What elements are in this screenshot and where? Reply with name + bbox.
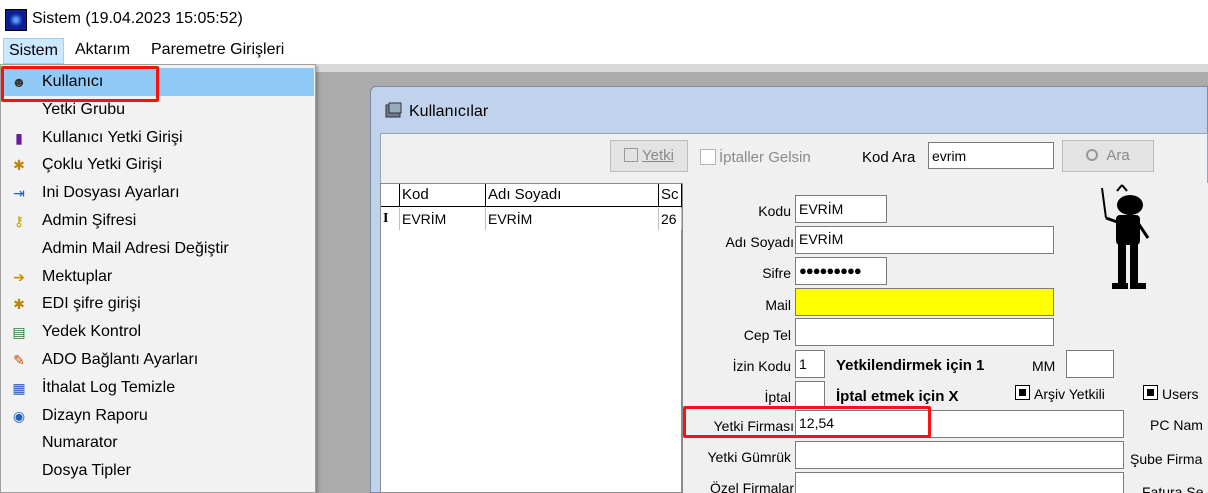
sifre-label: Sifre [762,265,791,281]
iptal-label: İptal [764,389,791,405]
fatura-label: Fatura Se [1142,484,1204,493]
menu-item-label: Ini Dosyası Ayarları [42,184,180,202]
sifre-input[interactable]: ●●●●●●●●● [795,257,887,285]
app-icon [5,9,27,31]
menu-item-11[interactable]: ▦ İthalat Log Temizle [2,374,314,402]
menu-item-label: Çoklu Yetki Girişi [42,156,163,174]
ozel-firmalar-label: Özel Firmalar [709,480,794,493]
menu-item-label: Mektuplar [42,267,113,285]
kod-ara-input[interactable]: evrim [928,142,1054,169]
key-icon: ⚷ [13,213,25,229]
menu-item-5[interactable]: ⚷ Admin Şifresi [2,207,314,235]
menu-item-14[interactable]: Dosya Tipler [2,457,314,485]
menu-aktarim[interactable]: Aktarım [70,38,135,64]
yetki-gumruk-input[interactable] [795,441,1124,469]
grid-corner [381,184,400,207]
mm-label: MM [1032,358,1056,374]
menu-item-2[interactable]: ▮ Kullanıcı Yetki Girişi [2,124,314,152]
menu-item-label: Yedek Kontrol [42,323,142,341]
iptal-note: İptal etmek için X [836,388,959,405]
child-window-title: Kullanıcılar [409,103,489,120]
cep-tel-label: Cep Tel [743,327,791,343]
tool-icon: ▮ [15,129,23,146]
kodu-input[interactable]: EVRİM [795,195,887,223]
mail-input[interactable] [795,288,1054,316]
menu-item-label: Admin Şifresi [42,212,137,229]
adi-soyadi-label: Adı Soyadı [725,234,795,250]
menu-item-6[interactable]: Admin Mail Adresi Değiştir [2,235,314,263]
menu-item-3[interactable]: ✱ Çoklu Yetki Girişi [2,151,314,179]
arsiv-yetkili-checkbox[interactable] [1015,385,1030,400]
menu-item-label: İthalat Log Temizle [42,378,176,396]
ara-button[interactable]: Ara [1062,140,1154,172]
menu-item-label: Dizayn Raporu [42,406,148,424]
window-title: Sistem (19.04.2023 15:05:52) [32,10,243,27]
backup-icon: ▤ [12,324,26,341]
yetki-firmasi-highlight [683,406,931,438]
yetki-button[interactable]: Yetki [610,140,688,172]
menu-item-7[interactable]: ➔ Mektuplar [2,263,314,291]
kullanici-highlight [1,66,159,102]
yetki-icon [624,148,638,162]
adi-soyadi-input[interactable]: EVRİM [795,226,1054,254]
grid-header-adi-soyadi[interactable]: Adı Soyadı [486,184,659,207]
sube-firma-label: Şube Firma [1130,451,1203,467]
menu-item-8[interactable]: ✱ EDI şifre girişi [2,290,314,318]
mail-label: Mail [765,297,791,313]
menu-sistem[interactable]: Sistem [3,38,64,64]
izin-kodu-label: İzin Kodu [732,358,791,374]
log-icon: ▦ [12,379,26,396]
arsiv-yetkili-label: Arşiv Yetkili [1034,386,1105,402]
grid-cell-kod[interactable]: EVRİM [400,208,486,230]
window-users-icon [384,102,404,120]
report-icon: ◉ [12,407,26,424]
cep-tel-input[interactable] [795,318,1054,346]
menu-item-label: EDI şifre girişi [42,295,141,313]
connection-icon: ✎ [13,352,25,368]
menu-item-13[interactable]: Numarator [2,429,314,457]
menu-item-label: Dosya Tipler [42,462,131,480]
menu-item-label: ADO Bağlantı Ayarları [42,351,199,368]
menu-parametre-girisleri[interactable]: Paremetre Girişleri [146,38,289,64]
menu-item-12[interactable]: ◉ Dizayn Raporu [2,402,314,430]
kodu-label: Kodu [758,203,791,219]
grid-header-sc[interactable]: Sc [659,184,682,207]
grid-cell-adi-soyadi[interactable]: EVRİM [486,208,659,230]
mdi-toolbar-strip [316,64,1208,72]
menu-item-9[interactable]: ▤ Yedek Kontrol [2,318,314,346]
menu-item-10[interactable]: ✎ ADO Bağlantı Ayarları [2,346,314,374]
grid-row-indicator: I [381,208,400,230]
magnifier-icon [1086,149,1099,161]
kod-ara-label: Kod Ara [862,149,916,166]
menu-item-4[interactable]: ⇥ Ini Dosyası Ayarları [2,179,314,207]
izin-kodu-input[interactable]: 1 [795,350,825,378]
izin-kodu-note: Yetkilendirmek için 1 [836,357,985,374]
menu-item-label: Kullanıcı Yetki Girişi [42,128,183,146]
mascot-figure-icon [1092,183,1152,298]
grid-cell-sc[interactable]: 26 [659,208,682,230]
menu-item-label: Numarator [42,434,118,452]
letter-icon: ➔ [13,268,25,285]
ozel-firmalar-input[interactable] [795,472,1124,493]
keys-icon: ✱ [13,157,25,174]
config-icon: ⇥ [13,185,25,202]
users-checkbox[interactable] [1143,385,1158,400]
keys-icon: ✱ [13,296,25,313]
grid-header-kod[interactable]: Kod [400,184,486,207]
iptal-input[interactable] [795,381,825,409]
mm-input[interactable] [1066,350,1114,378]
pc-name-label: PC Nam [1150,417,1203,433]
iptaller-checkbox[interactable] [700,149,716,165]
yetki-gumruk-label: Yetki Gümrük [707,449,791,465]
menu-item-label: Admin Mail Adresi Değiştir [42,239,229,257]
iptaller-label: İptaller Gelsin [719,149,811,166]
users-label: Users [1162,386,1199,402]
